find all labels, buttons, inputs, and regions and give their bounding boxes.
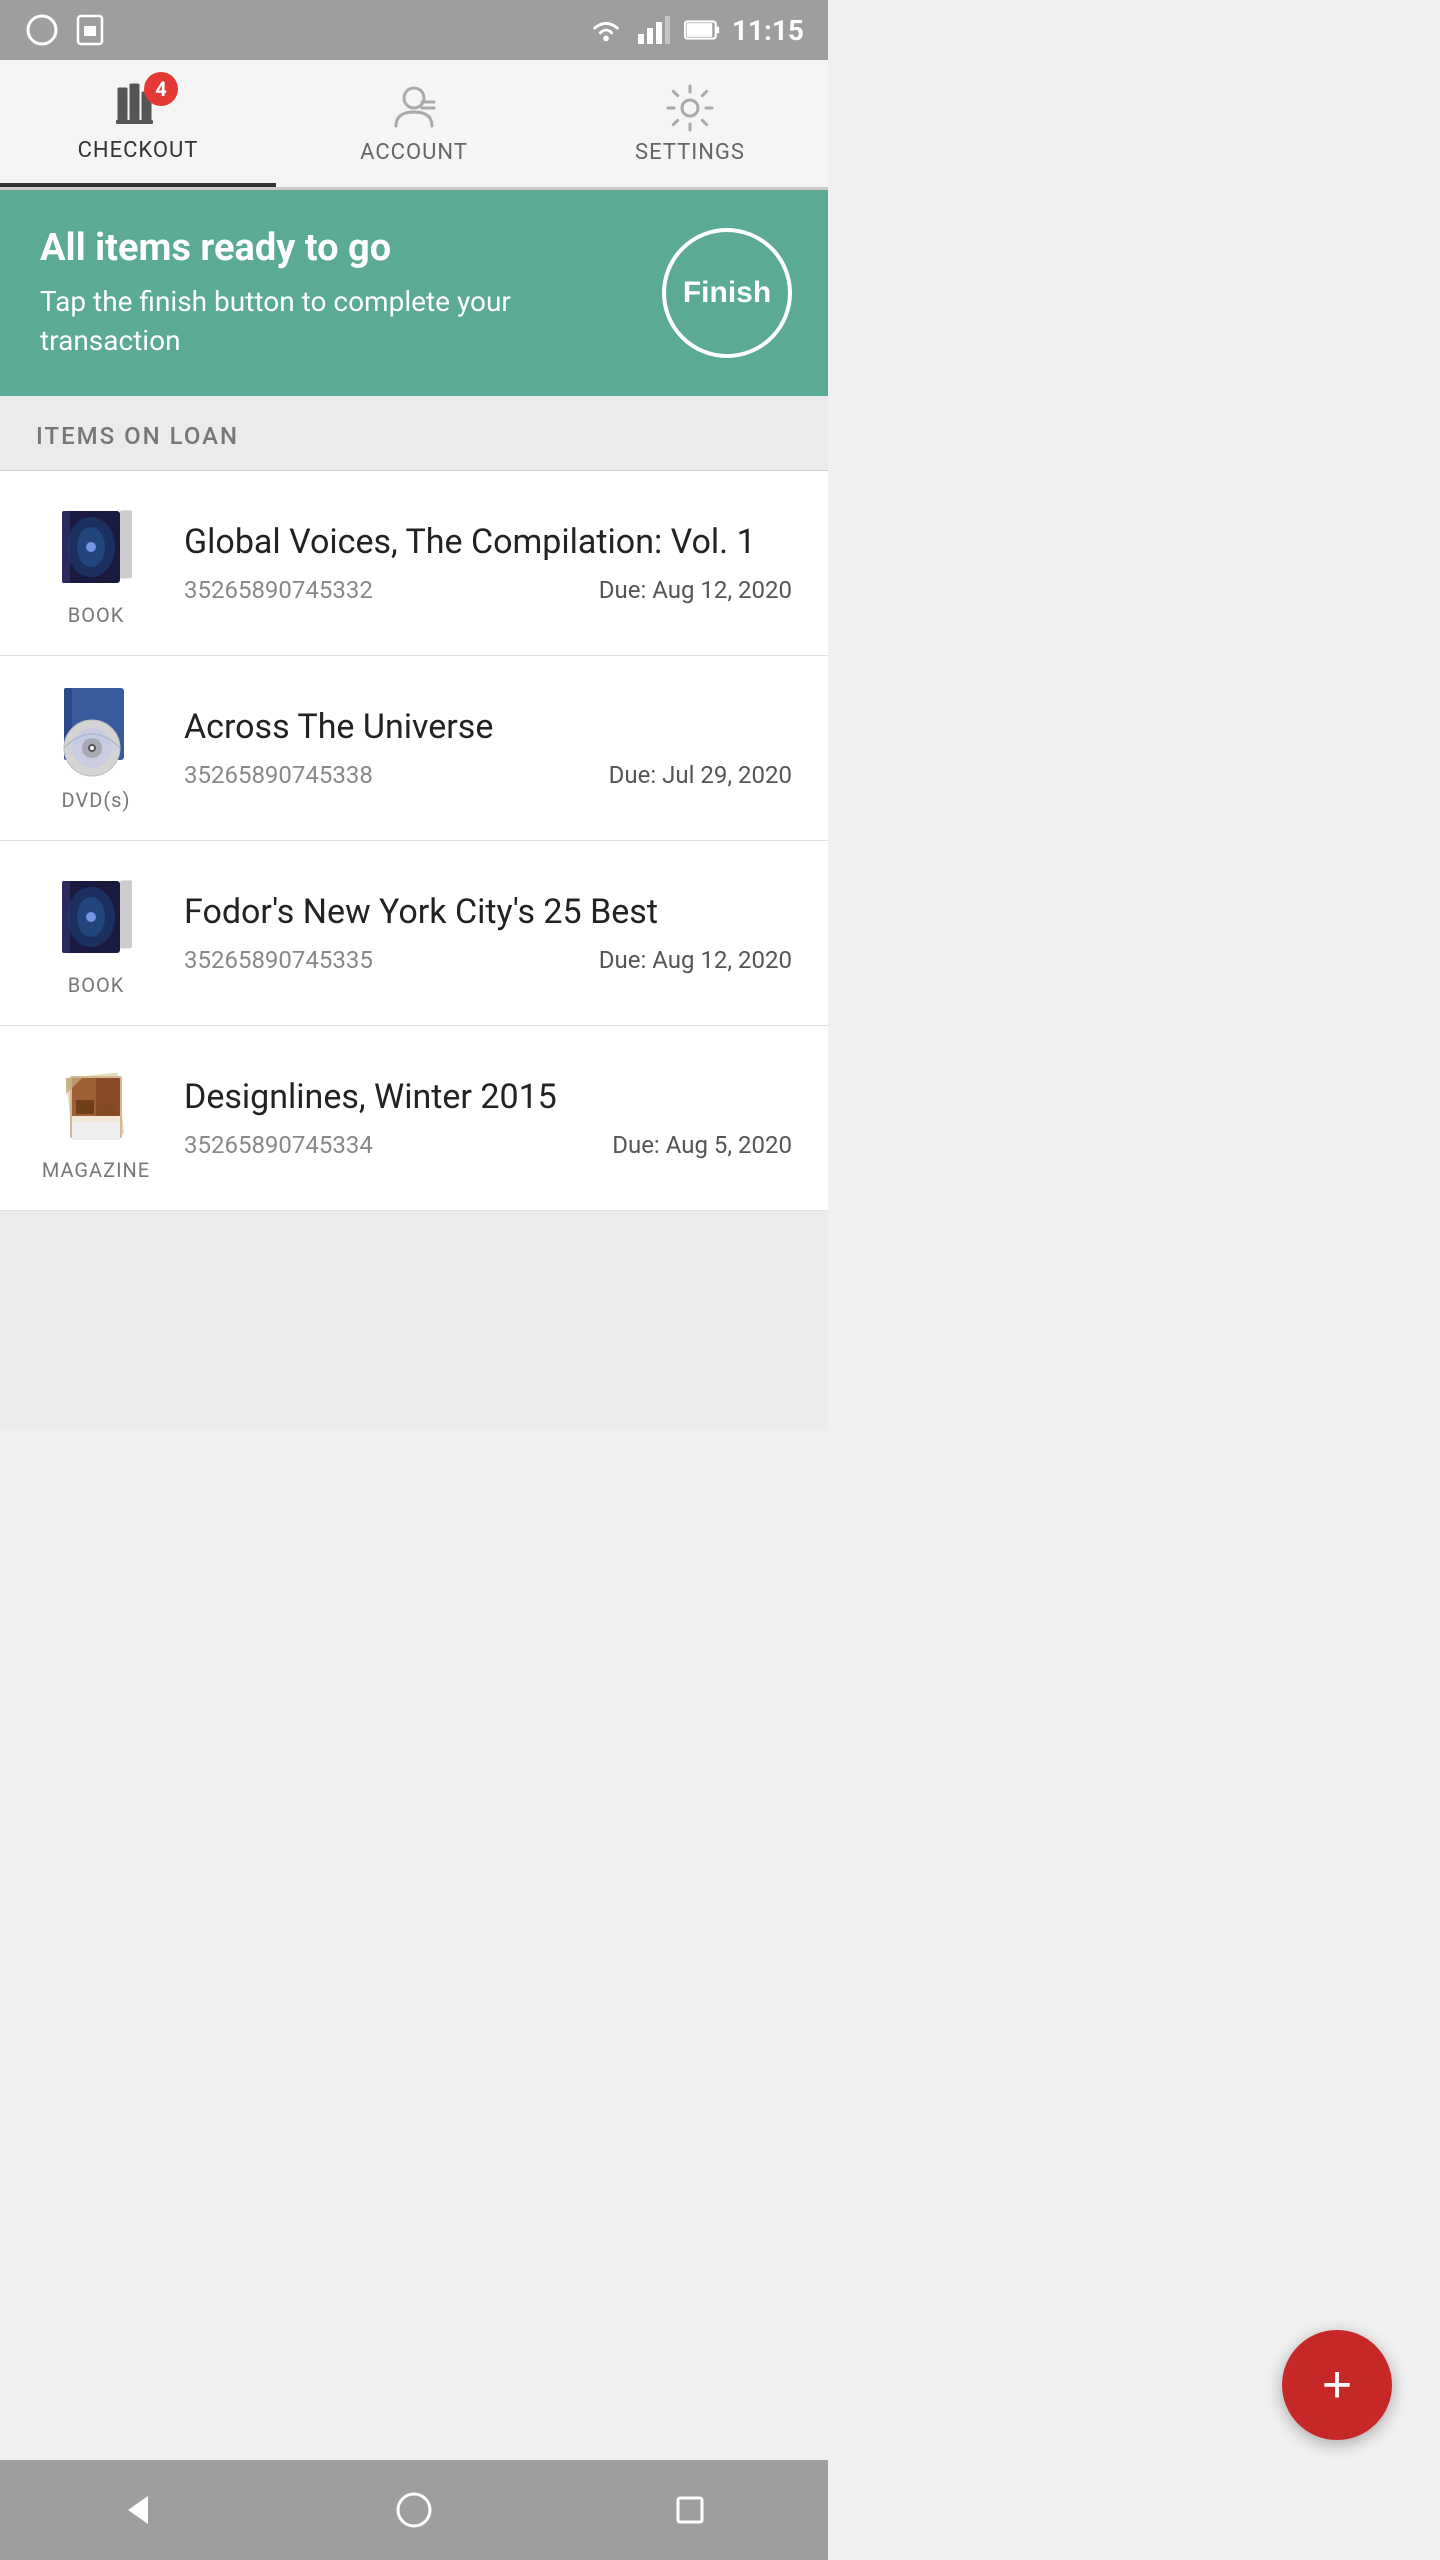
tab-bar: 4 CHECKOUT ACCOUNT SETTINGS xyxy=(0,60,828,190)
item-title-2: Fodor's New York City's 25 Best xyxy=(184,892,792,932)
bottom-nav xyxy=(0,2460,828,2560)
sim-icon xyxy=(72,12,108,48)
checkout-icon: 4 xyxy=(112,80,164,132)
loan-list: BOOK Global Voices, The Compilation: Vol… xyxy=(0,471,828,1211)
loan-item-0[interactable]: BOOK Global Voices, The Compilation: Vol… xyxy=(0,471,828,656)
recents-button[interactable] xyxy=(650,2470,730,2550)
signal-icon xyxy=(24,12,60,48)
status-bar: 11:15 xyxy=(0,0,828,60)
banner: All items ready to go Tap the finish but… xyxy=(0,190,828,396)
status-bar-left xyxy=(24,12,108,48)
settings-icon xyxy=(664,82,716,134)
item-type-3: MAGAZINE xyxy=(42,1158,150,1182)
footer-area xyxy=(0,1211,828,1431)
battery-icon xyxy=(684,12,720,48)
item-type-0: BOOK xyxy=(68,603,125,627)
banner-subtitle: Tap the finish button to complete your t… xyxy=(40,282,638,360)
item-title-1: Across The Universe xyxy=(184,707,792,747)
item-details-0: Global Voices, The Compilation: Vol. 1 3… xyxy=(184,522,792,604)
item-details-3: Designlines, Winter 2015 35265890745334 … xyxy=(184,1077,792,1159)
settings-tab-label: SETTINGS xyxy=(635,140,745,165)
account-icon xyxy=(388,82,440,134)
item-barcode-3: 35265890745334 xyxy=(184,1131,373,1159)
loan-item-1[interactable]: DVD(s) Across The Universe 3526589074533… xyxy=(0,656,828,841)
section-header: ITEMS ON LOAN xyxy=(0,396,828,471)
item-icon-area-0: BOOK xyxy=(36,499,156,627)
account-tab-label: ACCOUNT xyxy=(360,140,468,165)
status-time: 11:15 xyxy=(732,14,804,47)
tab-checkout[interactable]: 4 CHECKOUT xyxy=(0,60,276,187)
loan-item-2[interactable]: BOOK Fodor's New York City's 25 Best 352… xyxy=(0,841,828,1026)
checkout-badge: 4 xyxy=(144,72,178,106)
banner-title: All items ready to go xyxy=(40,226,638,270)
item-details-1: Across The Universe 35265890745338 Due: … xyxy=(184,707,792,789)
wifi-icon xyxy=(588,12,624,48)
item-type-2: BOOK xyxy=(68,973,125,997)
item-icon-area-1: DVD(s) xyxy=(36,684,156,812)
book-icon-2 xyxy=(48,869,144,965)
item-due-0: Due: Aug 12, 2020 xyxy=(599,576,792,604)
checkout-tab-label: CHECKOUT xyxy=(78,138,199,163)
item-barcode-0: 35265890745332 xyxy=(184,576,373,604)
book-icon-0 xyxy=(48,499,144,595)
item-due-3: Due: Aug 5, 2020 xyxy=(612,1131,792,1159)
signal-bars-icon xyxy=(636,12,672,48)
item-details-2: Fodor's New York City's 25 Best 35265890… xyxy=(184,892,792,974)
status-bar-right: 11:15 xyxy=(588,12,804,48)
item-meta-3: 35265890745334 Due: Aug 5, 2020 xyxy=(184,1131,792,1159)
finish-button[interactable]: Finish xyxy=(662,228,792,358)
item-barcode-2: 35265890745335 xyxy=(184,946,373,974)
item-meta-0: 35265890745332 Due: Aug 12, 2020 xyxy=(184,576,792,604)
items-on-loan-label: ITEMS ON LOAN xyxy=(36,422,239,450)
back-button[interactable] xyxy=(98,2470,178,2550)
add-item-fab[interactable]: + xyxy=(1282,2330,1392,2440)
loan-item-3[interactable]: MAGAZINE Designlines, Winter 2015 352658… xyxy=(0,1026,828,1211)
item-title-3: Designlines, Winter 2015 xyxy=(184,1077,792,1117)
item-due-1: Due: Jul 29, 2020 xyxy=(609,761,792,789)
dvd-icon-1 xyxy=(48,684,144,780)
item-meta-1: 35265890745338 Due: Jul 29, 2020 xyxy=(184,761,792,789)
banner-text: All items ready to go Tap the finish but… xyxy=(40,226,638,360)
tab-account[interactable]: ACCOUNT xyxy=(276,60,552,187)
item-barcode-1: 35265890745338 xyxy=(184,761,373,789)
item-meta-2: 35265890745335 Due: Aug 12, 2020 xyxy=(184,946,792,974)
item-icon-area-2: BOOK xyxy=(36,869,156,997)
item-due-2: Due: Aug 12, 2020 xyxy=(599,946,792,974)
home-button[interactable] xyxy=(374,2470,454,2550)
magazine-icon-3 xyxy=(48,1054,144,1150)
item-title-0: Global Voices, The Compilation: Vol. 1 xyxy=(184,522,792,562)
tab-settings[interactable]: SETTINGS xyxy=(552,60,828,187)
item-type-1: DVD(s) xyxy=(62,788,131,812)
item-icon-area-3: MAGAZINE xyxy=(36,1054,156,1182)
